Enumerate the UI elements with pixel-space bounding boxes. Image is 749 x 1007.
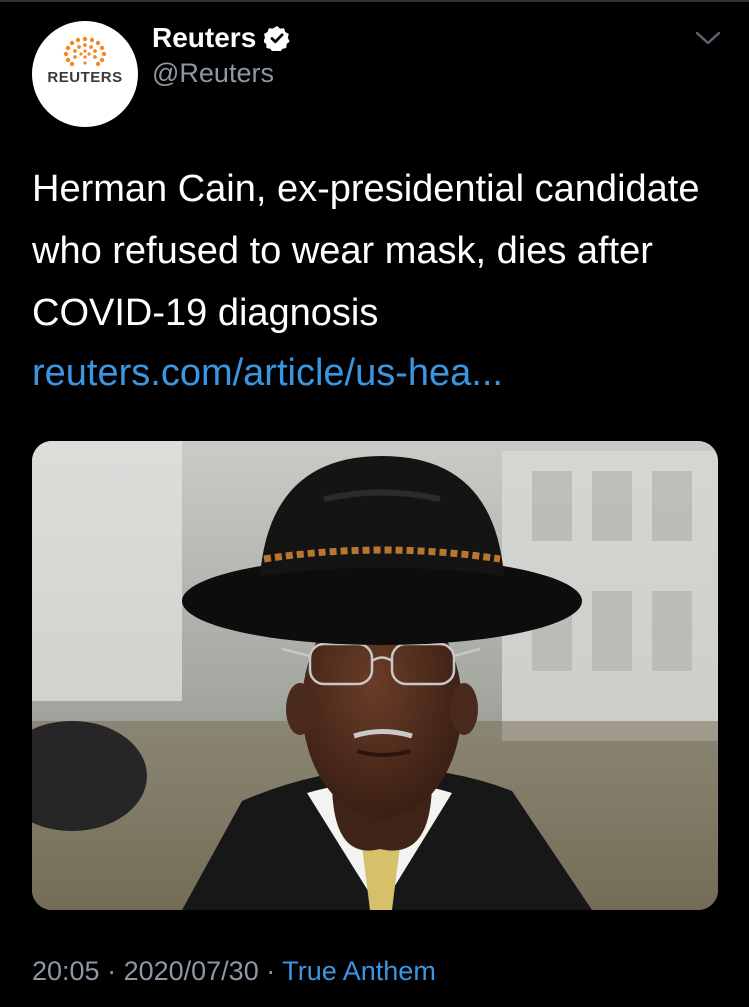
tweet-date: 2020/07/30 — [123, 956, 259, 986]
account-name-row[interactable]: Reuters — [152, 20, 290, 56]
tweet-source-link[interactable]: True Anthem — [282, 956, 436, 986]
avatar[interactable]: REUTERS — [32, 21, 138, 127]
verified-badge-icon — [264, 26, 290, 51]
account-handle[interactable]: @Reuters — [152, 58, 274, 89]
tweet-text: Herman Cain, ex-presidential candidate w… — [32, 168, 700, 334]
photo-of-man-in-black-hat-and-glasses — [32, 441, 718, 910]
meta-separator: · — [258, 956, 283, 986]
top-divider — [0, 0, 749, 2]
display-name[interactable]: Reuters — [152, 22, 256, 54]
tweet-link[interactable]: reuters.com/article/us-hea... — [32, 342, 503, 404]
tweet-time: 20:05 — [32, 956, 100, 986]
tweet-photo[interactable] — [32, 441, 718, 910]
avatar-wordmark: REUTERS — [47, 69, 123, 86]
chevron-down-icon[interactable] — [694, 28, 722, 48]
meta-separator: · — [99, 956, 124, 986]
tweet-meta: 20:05 · 2020/07/30 · True Anthem — [32, 956, 436, 987]
